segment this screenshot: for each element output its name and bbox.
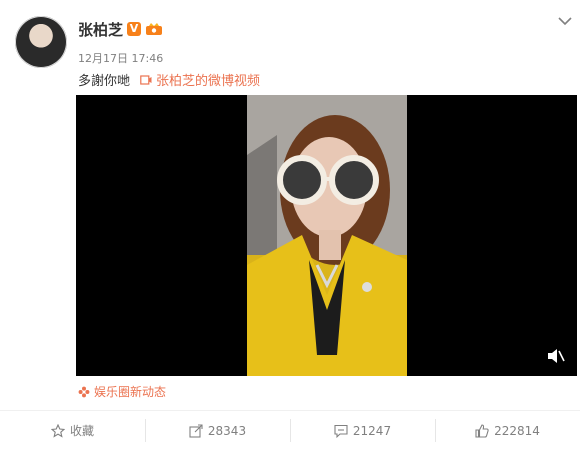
mute-icon[interactable] — [547, 348, 565, 364]
thumbs-up-icon — [475, 423, 489, 438]
post-content: 多謝你哋 张柏芝的微博视频 — [78, 70, 260, 89]
post-time[interactable]: 12月17日 17:46 — [78, 50, 163, 66]
chevron-down-icon[interactable] — [558, 16, 572, 26]
star-icon — [50, 423, 65, 438]
favorite-button[interactable]: 收藏 — [0, 411, 145, 450]
flower-icon — [78, 386, 90, 397]
post-text: 多謝你哋 — [78, 74, 131, 89]
video-icon — [140, 74, 152, 85]
video-frame — [247, 95, 407, 376]
author-name[interactable]: 张柏芝 — [78, 19, 123, 40]
avatar[interactable] — [15, 16, 67, 68]
like-button[interactable]: 222814 — [435, 411, 580, 450]
share-count[interactable]: 28343 — [208, 424, 246, 438]
video-player[interactable] — [76, 95, 577, 376]
comment-icon — [334, 424, 348, 438]
action-bar: 收藏 28343 21247 222814 — [0, 411, 580, 450]
topic-tag-label[interactable]: 娱乐圈新动态 — [94, 383, 166, 400]
topic-tag[interactable]: 娱乐圈新动态 — [78, 383, 166, 400]
video-thumbnail-image — [247, 95, 407, 376]
verified-badge-icon: V — [127, 22, 141, 36]
favorite-label[interactable]: 收藏 — [70, 422, 94, 439]
video-link[interactable]: 张柏芝的微博视频 — [140, 70, 260, 89]
vip-crown-icon — [146, 23, 162, 35]
like-count[interactable]: 222814 — [494, 424, 540, 438]
comment-count[interactable]: 21247 — [353, 424, 391, 438]
share-icon — [189, 423, 203, 438]
video-link-label[interactable]: 张柏芝的微博视频 — [156, 70, 260, 89]
comment-button[interactable]: 21247 — [290, 411, 435, 450]
share-button[interactable]: 28343 — [145, 411, 290, 450]
